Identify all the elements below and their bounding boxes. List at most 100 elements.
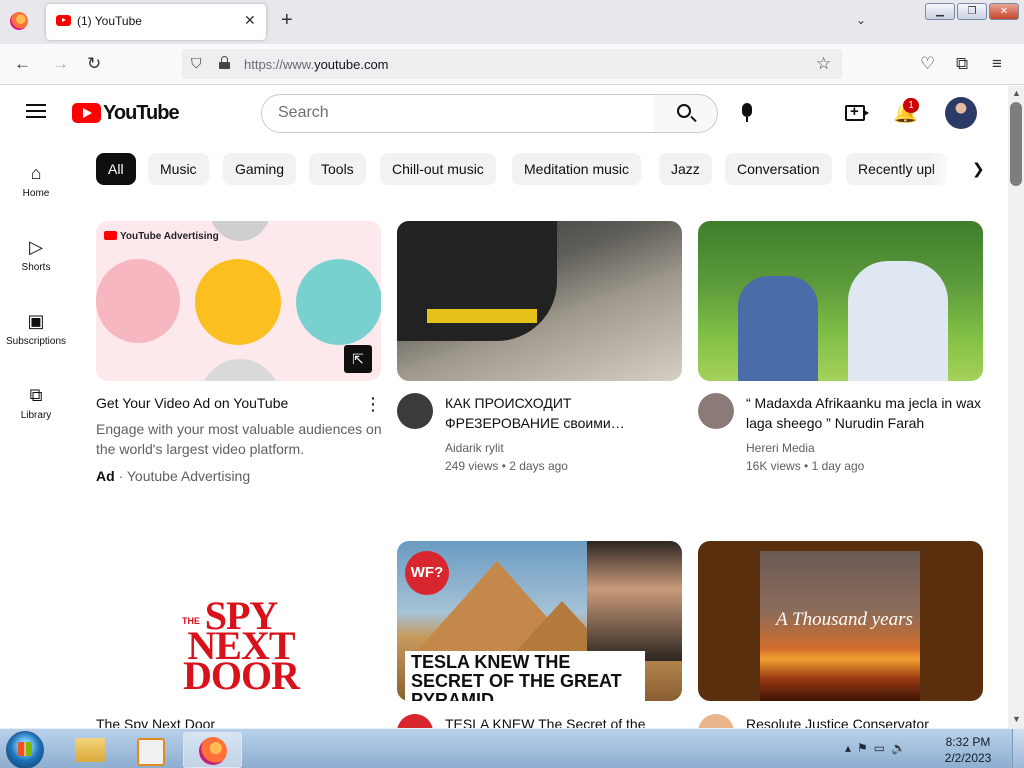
close-tab-icon[interactable]: ✕: [244, 12, 256, 29]
microphone-icon[interactable]: [739, 103, 752, 122]
url-prefix: https://www.: [244, 57, 315, 72]
youtube-play-icon: [72, 103, 101, 123]
browser-tab-youtube[interactable]: (1) YouTube ✕: [46, 4, 266, 40]
firefox-icon[interactable]: [10, 12, 28, 30]
channel-avatar[interactable]: [397, 393, 433, 429]
reload-icon[interactable]: ↻: [87, 54, 101, 74]
youtube-logo-text: YouTube: [103, 102, 180, 124]
ad-sponsor-line: Ad · Youtube Advertising: [96, 467, 250, 485]
chip-chill-out-music[interactable]: Chill-out music: [380, 153, 496, 185]
lock-icon[interactable]: [219, 56, 230, 69]
clock-date[interactable]: 2/2/2023: [938, 751, 998, 765]
thumbnail-text: TESLA KNEW THE SECRET OF THE GREAT PYRAM…: [405, 651, 645, 701]
video-title[interactable]: “ Madaxda Afrikaanku ma jecla in wax lag…: [746, 393, 986, 433]
subscriptions-icon: ▣: [27, 311, 45, 331]
windows-start-button[interactable]: [6, 731, 44, 768]
hamburger-menu-icon[interactable]: ≡: [992, 54, 1002, 74]
forward-arrow-icon[interactable]: →: [52, 54, 69, 74]
channel-avatar[interactable]: [397, 714, 433, 728]
video-meta: 16K views • 1 day ago: [746, 459, 865, 473]
sidebar-item-library[interactable]: ⧉ Library: [0, 383, 72, 421]
video-thumbnail[interactable]: THE SPY NEXT DOOR: [96, 541, 381, 701]
windows-taskbar: ▴⚑▭🔊 8:32 PM 2/2/2023: [0, 728, 1024, 768]
ad-person-circle: [96, 259, 180, 343]
sidebar-item-subscriptions[interactable]: ▣ Subscriptions: [0, 309, 72, 347]
more-actions-icon[interactable]: ⋮: [364, 395, 382, 413]
account-avatar[interactable]: [945, 97, 977, 129]
chip-gaming[interactable]: Gaming: [223, 153, 297, 185]
ad-person-circle: [195, 259, 281, 345]
library-icon: ⧉: [29, 385, 43, 405]
video-thumbnail[interactable]: [698, 221, 983, 381]
sidebar-item-home[interactable]: ⌂ Home: [0, 161, 72, 199]
back-arrow-icon[interactable]: ←: [14, 54, 31, 74]
open-external-icon[interactable]: ⇱: [344, 345, 372, 373]
scroll-up-arrow-icon[interactable]: ▲: [1012, 88, 1021, 98]
channel-name[interactable]: Hereri Media: [746, 439, 815, 457]
page-scrollbar[interactable]: ▲ ▼: [1008, 86, 1024, 728]
media-player-taskbar-icon[interactable]: [122, 732, 178, 768]
ad-title[interactable]: Get Your Video Ad on YouTube: [96, 393, 356, 413]
file-explorer-taskbar-icon[interactable]: [62, 732, 118, 768]
search-box[interactable]: [261, 94, 655, 133]
address-bar[interactable]: ⛉ https://www.youtube.com ☆: [182, 49, 842, 79]
search-button[interactable]: [654, 94, 718, 133]
browser-tab-strip: (1) YouTube ✕ + ⌄ ▁ ❐ ✕: [0, 0, 1024, 44]
ad-separator: ·: [118, 468, 124, 484]
ad-brand-label: YouTube Advertising: [104, 231, 219, 242]
url-text[interactable]: https://www.youtube.com: [244, 57, 389, 72]
chip-meditation-music[interactable]: Meditation music: [512, 153, 642, 185]
guide-menu-icon[interactable]: [26, 104, 46, 118]
chip-all[interactable]: All: [96, 153, 136, 185]
video-thumbnail[interactable]: A Thousand years: [698, 541, 983, 701]
window-minimize-button[interactable]: ▁: [925, 3, 955, 20]
home-icon: ⌂: [30, 163, 42, 183]
search-input[interactable]: [278, 95, 638, 131]
ad-person-circle: [200, 359, 280, 381]
youtube-favicon-icon: [56, 15, 71, 26]
bookmark-star-icon[interactable]: ☆: [816, 54, 831, 74]
video-title[interactable]: The Spy Next Door: [96, 714, 336, 728]
video-title[interactable]: КАК ПРОИСХОДИТ ФРЕЗЕРОВАНИЕ своими…: [445, 393, 685, 433]
thumbnail-person-shape: [848, 261, 948, 381]
chevron-down-icon[interactable]: ⌄: [856, 13, 866, 27]
thumbnail-badge: WF?: [405, 551, 449, 595]
sidebar-item-label: Library: [20, 410, 52, 421]
chip-tools[interactable]: Tools: [309, 153, 366, 185]
youtube-page: YouTube 🔔 1 ⌂ Home ▷ Shorts ▣ Subscripti…: [0, 86, 1008, 728]
scroll-down-arrow-icon[interactable]: ▼: [1012, 714, 1021, 724]
video-thumbnail[interactable]: WF? TESLA KNEW THE SECRET OF THE GREAT P…: [397, 541, 682, 701]
chip-conversation[interactable]: Conversation: [725, 153, 832, 185]
video-title[interactable]: TESLA KNEW The Secret of the: [445, 714, 685, 728]
video-title[interactable]: Resolute Justice Conservator: [746, 714, 986, 728]
ad-thumbnail[interactable]: YouTube Advertising ⇱: [96, 221, 381, 381]
video-thumbnail[interactable]: [397, 221, 682, 381]
system-tray-icons[interactable]: ▴⚑▭🔊: [845, 741, 912, 755]
channel-name[interactable]: Aidarik rylit: [445, 439, 504, 457]
chip-music[interactable]: Music: [148, 153, 209, 185]
thumbnail-glove-shape: [397, 221, 557, 341]
scrollbar-thumb[interactable]: [1010, 102, 1022, 186]
create-video-icon[interactable]: [845, 103, 869, 121]
chevron-right-icon[interactable]: ❯: [972, 160, 985, 178]
window-restore-button[interactable]: ❐: [957, 3, 987, 20]
ad-sponsor-name[interactable]: Youtube Advertising: [127, 468, 250, 484]
extensions-icon[interactable]: ⧉: [956, 54, 968, 74]
url-domain: youtube.com: [314, 57, 389, 72]
pocket-icon[interactable]: ♡: [920, 54, 935, 74]
search-icon: [677, 104, 691, 118]
new-tab-icon[interactable]: +: [281, 10, 293, 30]
tracking-protection-shield-icon[interactable]: ⛉: [191, 55, 202, 72]
window-close-button[interactable]: ✕: [989, 3, 1019, 20]
browser-navigation-bar: ← → ↻ ⛉ https://www.youtube.com ☆ ♡ ⧉ ≡: [0, 44, 1024, 85]
ad-person-circle: [210, 221, 270, 241]
clock-time[interactable]: 8:32 PM: [938, 735, 998, 749]
notification-count-badge: 1: [903, 98, 919, 113]
channel-avatar[interactable]: [698, 393, 734, 429]
firefox-taskbar-icon[interactable]: [183, 732, 242, 768]
show-desktop-button[interactable]: [1012, 729, 1024, 768]
chip-jazz[interactable]: Jazz: [659, 153, 712, 185]
sidebar-item-shorts[interactable]: ▷ Shorts: [0, 235, 72, 273]
channel-avatar[interactable]: [698, 714, 734, 728]
thumbnail-text: SPY NEXT DOOR: [183, 593, 300, 698]
